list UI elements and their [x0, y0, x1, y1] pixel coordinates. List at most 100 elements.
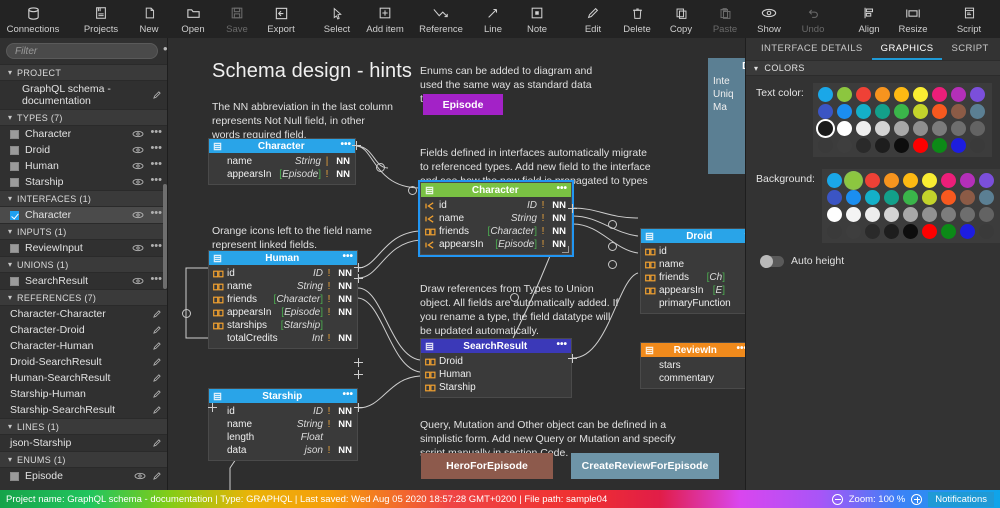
color-swatch[interactable]	[883, 207, 899, 222]
tree-item-character-human[interactable]: Character-Human	[0, 338, 167, 354]
color-swatch[interactable]	[921, 224, 937, 239]
color-swatch[interactable]	[894, 87, 909, 102]
new-button[interactable]: New	[127, 0, 171, 38]
node-resize-handle[interactable]	[562, 246, 569, 253]
pencil-icon[interactable]	[152, 471, 162, 481]
color-swatch[interactable]	[921, 207, 937, 222]
background-color-palette[interactable]	[821, 169, 1000, 243]
tree-item-starship-searchresult[interactable]: Starship-SearchResult	[0, 402, 167, 418]
color-swatch[interactable]	[864, 207, 880, 222]
enum-episode-pill[interactable]: Episode	[423, 94, 503, 115]
eye-icon[interactable]	[132, 146, 144, 154]
visibility-checkbox[interactable]	[10, 210, 19, 220]
projects-button[interactable]: Projects	[75, 0, 127, 38]
color-swatch[interactable]	[845, 207, 861, 222]
colors-section-header[interactable]: ▾ COLORS	[746, 60, 1000, 76]
node-field[interactable]: id ID! NN	[421, 199, 571, 212]
node-field[interactable]: id ID! NN	[209, 267, 357, 280]
color-swatch[interactable]	[856, 138, 871, 153]
color-swatch[interactable]	[856, 87, 871, 102]
node-field[interactable]: appearsIn [Episode]! NN	[209, 168, 355, 181]
connector-handle[interactable]	[568, 354, 577, 363]
color-swatch[interactable]	[818, 104, 833, 119]
visibility-checkbox[interactable]	[10, 145, 19, 155]
tree-item-human-searchresult[interactable]: Human-SearchResult	[0, 370, 167, 386]
pencil-icon[interactable]	[152, 373, 162, 383]
tree-item-reviewinput[interactable]: ReviewInput •••	[0, 240, 167, 256]
tree-group-types[interactable]: ▾ TYPES (7)	[0, 109, 167, 126]
pencil-icon[interactable]	[152, 389, 162, 399]
color-swatch[interactable]	[970, 104, 985, 119]
node-default-clipped[interactable]: Defa Inte Uniq Ma	[708, 58, 745, 174]
zoom-out-icon[interactable]	[831, 493, 843, 505]
color-swatch[interactable]	[883, 173, 899, 188]
color-swatch[interactable]	[902, 190, 918, 205]
connector-handle[interactable]	[608, 220, 617, 229]
resize-button[interactable]: Resize	[891, 0, 935, 38]
color-swatch[interactable]	[959, 173, 975, 188]
connector-handle[interactable]	[354, 263, 363, 272]
visibility-checkbox[interactable]	[10, 177, 19, 187]
node-field[interactable]: friends [Ch]	[641, 271, 745, 284]
color-swatch[interactable]	[883, 224, 899, 239]
item-overflow-menu-icon[interactable]: •••	[150, 208, 162, 219]
color-swatch[interactable]	[864, 190, 880, 205]
node-field[interactable]: starships [Starship]	[209, 319, 357, 332]
color-swatch[interactable]	[913, 87, 928, 102]
node-character-interface[interactable]: Character ••• id ID! NN name String! NN friends […	[418, 180, 574, 257]
color-swatch[interactable]	[978, 224, 994, 239]
color-swatch[interactable]	[913, 104, 928, 119]
visibility-checkbox[interactable]	[10, 129, 19, 139]
tree-group-unions[interactable]: ▾ UNIONS (1)	[0, 256, 167, 273]
node-menu-icon[interactable]: •••	[736, 343, 745, 354]
color-swatch[interactable]	[951, 121, 966, 136]
tab-graphics[interactable]: GRAPHICS	[871, 43, 943, 60]
tree-item-droid-searchresult[interactable]: Droid-SearchResult	[0, 354, 167, 370]
color-swatch[interactable]	[932, 121, 947, 136]
color-swatch[interactable]	[837, 138, 852, 153]
connector-handle[interactable]	[608, 242, 617, 251]
color-swatch[interactable]	[913, 121, 928, 136]
color-swatch[interactable]	[883, 190, 899, 205]
color-swatch[interactable]	[894, 104, 909, 119]
node-field[interactable]: friends [Character]! NN	[209, 293, 357, 306]
delete-button[interactable]: Delete	[615, 0, 659, 38]
copy-button[interactable]: Copy	[659, 0, 703, 38]
pencil-icon[interactable]	[152, 341, 162, 351]
color-swatch[interactable]	[932, 87, 947, 102]
node-header[interactable]: Human •••	[209, 251, 357, 265]
color-swatch[interactable]	[875, 138, 890, 153]
node-reviewinput[interactable]: ReviewIn ••• stars commentary	[640, 342, 745, 389]
node-header[interactable]: Character •••	[421, 183, 571, 197]
note-button[interactable]: Note	[515, 0, 559, 38]
visibility-checkbox[interactable]	[10, 276, 19, 286]
node-header[interactable]: Droid•••	[641, 229, 745, 243]
sidebar-scrollbar[interactable]	[163, 184, 167, 289]
line-button[interactable]: Line	[471, 0, 515, 38]
node-field[interactable]: totalCredits Int! NN	[209, 332, 357, 345]
node-field[interactable]: name	[641, 258, 745, 271]
diagram-canvas[interactable]: Schema design - hints The NN abbreviatio…	[168, 38, 745, 490]
tree-group-project[interactable]: ▾ PROJECT	[0, 64, 167, 81]
node-field[interactable]: appearsIn [Episode]! NN	[421, 238, 571, 251]
edit-button[interactable]: Edit	[571, 0, 615, 38]
color-swatch[interactable]	[818, 87, 833, 102]
node-field[interactable]: name String! NN	[421, 212, 571, 225]
node-header[interactable]: SearchResult •••	[421, 339, 571, 353]
color-swatch[interactable]	[837, 87, 852, 102]
eye-icon[interactable]	[132, 130, 144, 138]
color-swatch[interactable]	[978, 207, 994, 222]
pencil-icon[interactable]	[152, 325, 162, 335]
tree-item-character[interactable]: Character •••	[0, 126, 167, 142]
color-swatch[interactable]	[826, 207, 842, 222]
color-swatch[interactable]	[818, 138, 833, 153]
eye-icon[interactable]	[134, 472, 146, 480]
eye-icon[interactable]	[132, 211, 144, 219]
item-overflow-menu-icon[interactable]: •••	[150, 127, 162, 138]
color-swatch[interactable]	[978, 190, 994, 205]
color-swatch[interactable]	[902, 224, 918, 239]
show-button[interactable]: Show	[747, 0, 791, 38]
pencil-icon[interactable]	[152, 90, 162, 100]
item-overflow-menu-icon[interactable]: •••	[150, 159, 162, 170]
node-field[interactable]: name String! NN	[209, 418, 357, 431]
